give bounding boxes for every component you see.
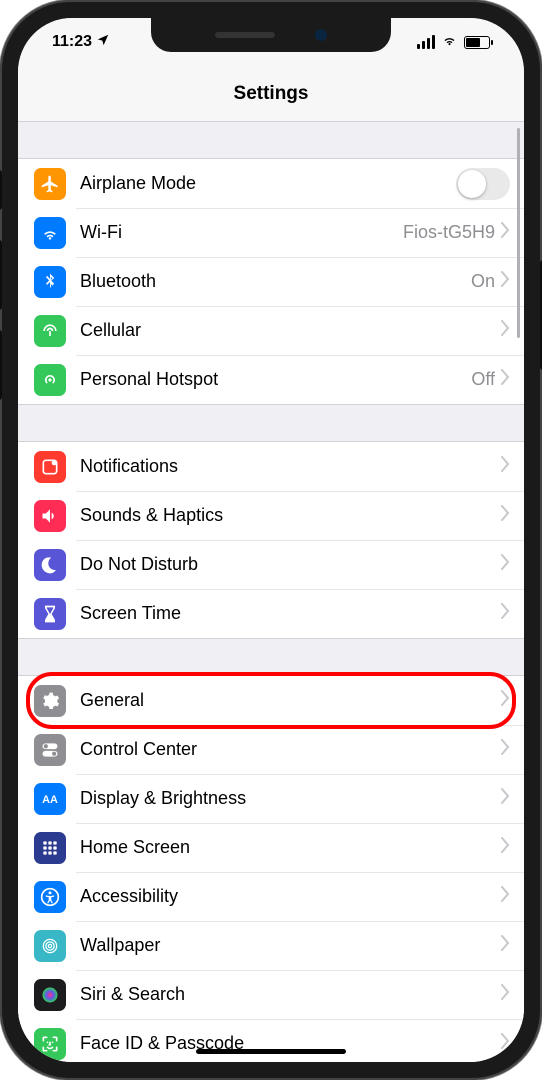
- row-siri[interactable]: Siri & Search: [18, 970, 524, 1019]
- chevron-right-icon: [501, 505, 510, 526]
- chevron-right-icon: [501, 222, 510, 243]
- battery-icon: [464, 36, 490, 49]
- chevron-right-icon: [501, 456, 510, 477]
- row-screentime[interactable]: Screen Time: [18, 589, 524, 638]
- row-display[interactable]: AA Display & Brightness: [18, 774, 524, 823]
- row-label: Personal Hotspot: [80, 369, 471, 390]
- siri-icon: [34, 979, 66, 1011]
- row-label: Display & Brightness: [80, 788, 501, 809]
- row-wallpaper[interactable]: Wallpaper: [18, 921, 524, 970]
- row-hotspot[interactable]: Personal HotspotOff: [18, 355, 524, 404]
- row-general[interactable]: General: [18, 676, 524, 725]
- row-label: Wallpaper: [80, 935, 501, 956]
- wifi-icon: [34, 217, 66, 249]
- row-value: Fios-tG5H9: [403, 222, 495, 243]
- row-cellular[interactable]: Cellular: [18, 306, 524, 355]
- chevron-right-icon: [501, 690, 510, 711]
- row-label: Siri & Search: [80, 984, 501, 1005]
- row-sounds[interactable]: Sounds & Haptics: [18, 491, 524, 540]
- chevron-right-icon: [501, 984, 510, 1005]
- speaker: [215, 32, 275, 38]
- screentime-icon: [34, 598, 66, 630]
- device-frame: 11:23 Settings Airplane Mode Wi-FiFios-tG…: [0, 0, 542, 1080]
- dnd-icon: [34, 549, 66, 581]
- row-bluetooth[interactable]: BluetoothOn: [18, 257, 524, 306]
- airplane-icon: [34, 168, 66, 200]
- location-icon: [96, 33, 110, 52]
- screen: 11:23 Settings Airplane Mode Wi-FiFios-tG…: [18, 18, 524, 1062]
- nav-bar: Settings: [18, 66, 524, 122]
- status-right: [417, 31, 490, 53]
- row-label: Do Not Disturb: [80, 554, 501, 575]
- row-homescreen[interactable]: Home Screen: [18, 823, 524, 872]
- accessibility-icon: [34, 881, 66, 913]
- scroll-indicator: [517, 128, 520, 338]
- settings-group: Notifications Sounds & Haptics Do Not Dist…: [18, 441, 524, 639]
- row-notifications[interactable]: Notifications: [18, 442, 524, 491]
- wallpaper-icon: [34, 930, 66, 962]
- status-time: 11:23: [52, 33, 92, 51]
- page-title: Settings: [234, 83, 309, 105]
- faceid-icon: [34, 1028, 66, 1060]
- sounds-icon: [34, 500, 66, 532]
- settings-list[interactable]: Airplane ModeWi-FiFios-tG5H9BluetoothOnC…: [18, 122, 524, 1062]
- row-value: Off: [471, 369, 495, 390]
- row-label: Accessibility: [80, 886, 501, 907]
- row-label: Home Screen: [80, 837, 501, 858]
- row-dnd[interactable]: Do Not Disturb: [18, 540, 524, 589]
- chevron-right-icon: [501, 886, 510, 907]
- volume-up-button: [0, 240, 2, 310]
- row-accessibility[interactable]: Accessibility: [18, 872, 524, 921]
- row-label: Sounds & Haptics: [80, 505, 501, 526]
- settings-group: Airplane ModeWi-FiFios-tG5H9BluetoothOnC…: [18, 158, 524, 405]
- svg-text:AA: AA: [42, 794, 58, 806]
- row-label: Screen Time: [80, 603, 501, 624]
- front-camera: [315, 29, 327, 41]
- row-label: Control Center: [80, 739, 501, 760]
- row-airplane[interactable]: Airplane Mode: [18, 159, 524, 208]
- row-wifi[interactable]: Wi-FiFios-tG5H9: [18, 208, 524, 257]
- controlcenter-icon: [34, 734, 66, 766]
- settings-group: General Control Center AA Display & Brightn…: [18, 675, 524, 1062]
- chevron-right-icon: [501, 1033, 510, 1054]
- display-icon: AA: [34, 783, 66, 815]
- status-left: 11:23: [52, 33, 110, 52]
- homescreen-icon: [34, 832, 66, 864]
- home-indicator[interactable]: [196, 1049, 346, 1054]
- row-controlcenter[interactable]: Control Center: [18, 725, 524, 774]
- chevron-right-icon: [501, 935, 510, 956]
- row-label: Notifications: [80, 456, 501, 477]
- hotspot-icon: [34, 364, 66, 396]
- chevron-right-icon: [501, 554, 510, 575]
- chevron-right-icon: [501, 837, 510, 858]
- chevron-right-icon: [501, 369, 510, 390]
- chevron-right-icon: [501, 271, 510, 292]
- row-label: General: [80, 690, 501, 711]
- chevron-right-icon: [501, 739, 510, 760]
- chevron-right-icon: [501, 603, 510, 624]
- cellular-signal-icon: [417, 35, 435, 49]
- volume-down-button: [0, 330, 2, 400]
- mute-switch: [0, 170, 2, 210]
- chevron-right-icon: [501, 320, 510, 341]
- row-label: Wi-Fi: [80, 222, 403, 243]
- wifi-status-icon: [441, 31, 458, 53]
- notch: [151, 18, 391, 52]
- row-label: Bluetooth: [80, 271, 471, 292]
- toggle-airplane[interactable]: [456, 168, 510, 200]
- row-value: On: [471, 271, 495, 292]
- row-label: Cellular: [80, 320, 501, 341]
- row-label: Airplane Mode: [80, 173, 456, 194]
- cellular-icon: [34, 315, 66, 347]
- row-faceid[interactable]: Face ID & Passcode: [18, 1019, 524, 1062]
- general-icon: [34, 685, 66, 717]
- notifications-icon: [34, 451, 66, 483]
- chevron-right-icon: [501, 788, 510, 809]
- bluetooth-icon: [34, 266, 66, 298]
